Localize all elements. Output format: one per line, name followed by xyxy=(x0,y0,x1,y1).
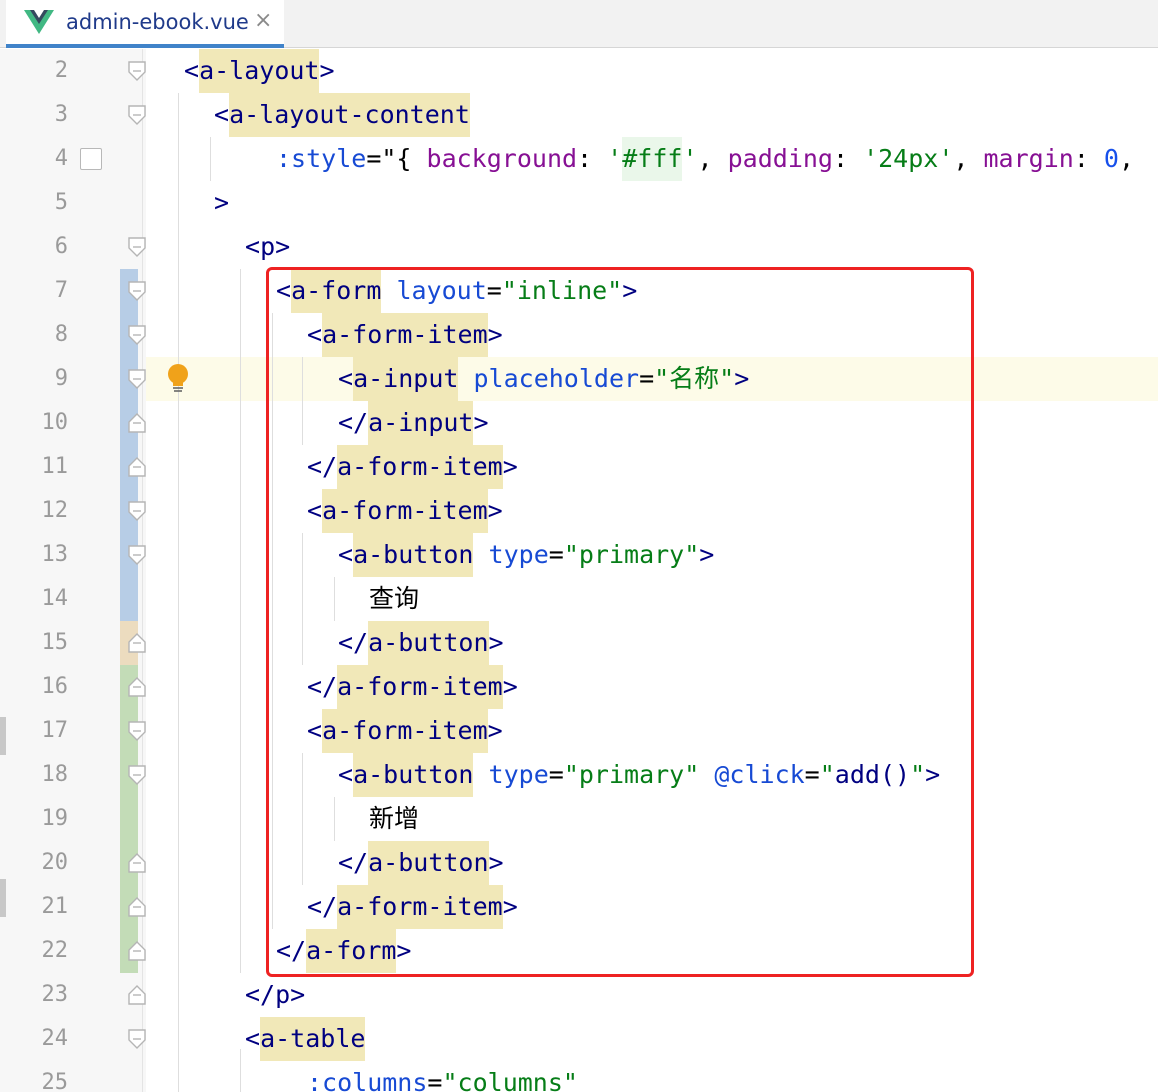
close-tab-icon[interactable]: × xyxy=(254,8,272,34)
line-number[interactable]: 19 xyxy=(0,797,69,841)
code-line[interactable]: 6 <p> xyxy=(0,225,1158,269)
code-token: = xyxy=(427,1068,443,1092)
code-tag: p xyxy=(260,232,276,261)
line-number[interactable]: 20 xyxy=(0,841,69,885)
line-number[interactable]: 21 xyxy=(0,885,69,929)
code-token: , xyxy=(1118,144,1135,173)
code-line[interactable]: 23 </p> xyxy=(0,973,1158,1017)
line-number[interactable]: 25 xyxy=(0,1061,69,1092)
fold-open-icon[interactable] xyxy=(128,105,146,125)
editor-tab-bar: admin-ebook.vue × xyxy=(0,0,1158,48)
line-number[interactable]: 5 xyxy=(0,181,68,225)
code-token: > xyxy=(214,188,230,217)
code-token: </ xyxy=(245,980,276,1009)
code-string: ' xyxy=(607,144,623,173)
fold-open-icon[interactable] xyxy=(128,237,146,257)
code-token: > xyxy=(319,56,335,85)
fold-open-icon[interactable] xyxy=(128,1029,146,1049)
line-number[interactable]: 16 xyxy=(0,665,69,709)
code-line[interactable]: 2 <a-layout> xyxy=(0,49,1158,93)
fold-open-icon[interactable] xyxy=(128,765,146,785)
fold-close-icon[interactable] xyxy=(128,985,146,1005)
fold-open-icon[interactable] xyxy=(128,369,146,389)
line-number[interactable]: 2 xyxy=(0,49,68,93)
code-tag: a-layout xyxy=(199,49,320,93)
line-number[interactable]: 13 xyxy=(0,533,69,577)
tab-title: admin-ebook.vue xyxy=(66,10,249,34)
fold-close-icon[interactable] xyxy=(128,897,146,917)
code-tag: a-layout-content xyxy=(229,93,470,137)
code-token: < xyxy=(245,232,261,261)
code-attribute: :columns xyxy=(307,1068,428,1092)
code-token: ="{ xyxy=(366,144,427,173)
code-string: ' xyxy=(682,144,698,173)
line-number[interactable]: 15 xyxy=(0,621,69,665)
fold-open-icon[interactable] xyxy=(128,545,146,565)
line-number[interactable]: 11 xyxy=(0,445,69,489)
code-token: > xyxy=(275,232,291,261)
code-property: padding xyxy=(727,144,833,173)
line-number[interactable]: 10 xyxy=(0,401,69,445)
fold-close-icon[interactable] xyxy=(128,853,146,873)
code-line[interactable]: 5 > xyxy=(0,181,1158,225)
fold-close-icon[interactable] xyxy=(128,413,146,433)
tab-admin-ebook-vue[interactable]: admin-ebook.vue × xyxy=(6,0,284,48)
code-token: , xyxy=(697,144,728,173)
line-number[interactable]: 9 xyxy=(0,357,68,401)
code-string: "columns" xyxy=(442,1068,578,1092)
code-token: , xyxy=(953,144,984,173)
fold-close-icon[interactable] xyxy=(128,633,146,653)
lightbulb-icon[interactable] xyxy=(166,363,190,395)
code-property: margin xyxy=(983,144,1074,173)
code-line[interactable]: 3 <a-layout-content xyxy=(0,93,1158,137)
code-line[interactable]: 4 :style="{ background: '#fff', padding:… xyxy=(0,137,1158,181)
code-attribute: :style xyxy=(276,144,367,173)
code-token: < xyxy=(184,56,200,85)
code-line[interactable]: 25 :columns="columns" xyxy=(0,1061,1158,1092)
fold-open-icon[interactable] xyxy=(128,61,146,81)
line-number[interactable]: 17 xyxy=(0,709,69,753)
code-token: : xyxy=(577,144,608,173)
line-number[interactable]: 8 xyxy=(0,313,68,357)
line-number[interactable]: 12 xyxy=(0,489,69,533)
fold-close-icon[interactable] xyxy=(128,941,146,961)
line-number[interactable]: 6 xyxy=(0,225,68,269)
highlight-box xyxy=(266,267,974,977)
fold-open-icon[interactable] xyxy=(128,325,146,345)
line-number[interactable]: 24 xyxy=(0,1017,69,1061)
line-number[interactable]: 23 xyxy=(0,973,69,1017)
line-number[interactable]: 14 xyxy=(0,577,69,621)
code-editor[interactable]: 2 <a-layout> 3 <a-layout-content 4 :styl… xyxy=(0,49,1158,1092)
code-string: '24px' xyxy=(863,144,954,173)
fold-close-icon[interactable] xyxy=(128,677,146,697)
fold-open-icon[interactable] xyxy=(128,721,146,741)
code-tag: p xyxy=(275,980,291,1009)
fold-close-icon[interactable] xyxy=(128,457,146,477)
code-color-value: #fff xyxy=(622,137,683,181)
fold-open-icon[interactable] xyxy=(128,501,146,521)
code-property: background xyxy=(426,144,578,173)
line-number[interactable]: 7 xyxy=(0,269,68,313)
code-token: < xyxy=(214,100,230,129)
code-tag: a-table xyxy=(260,1017,366,1061)
vue-logo-icon xyxy=(24,10,54,34)
code-token: : xyxy=(1073,144,1104,173)
fold-open-icon[interactable] xyxy=(128,281,146,301)
code-line[interactable]: 24 <a-table xyxy=(0,1017,1158,1061)
code-token: : xyxy=(832,144,864,173)
line-number[interactable]: 22 xyxy=(0,929,69,973)
line-number[interactable]: 18 xyxy=(0,753,69,797)
code-number: 0 xyxy=(1103,144,1119,173)
bookmark-checkbox[interactable] xyxy=(80,148,102,170)
line-number[interactable]: 3 xyxy=(0,93,68,137)
code-token: > xyxy=(290,980,306,1009)
code-token: < xyxy=(245,1024,261,1053)
line-number[interactable]: 4 xyxy=(0,137,68,181)
